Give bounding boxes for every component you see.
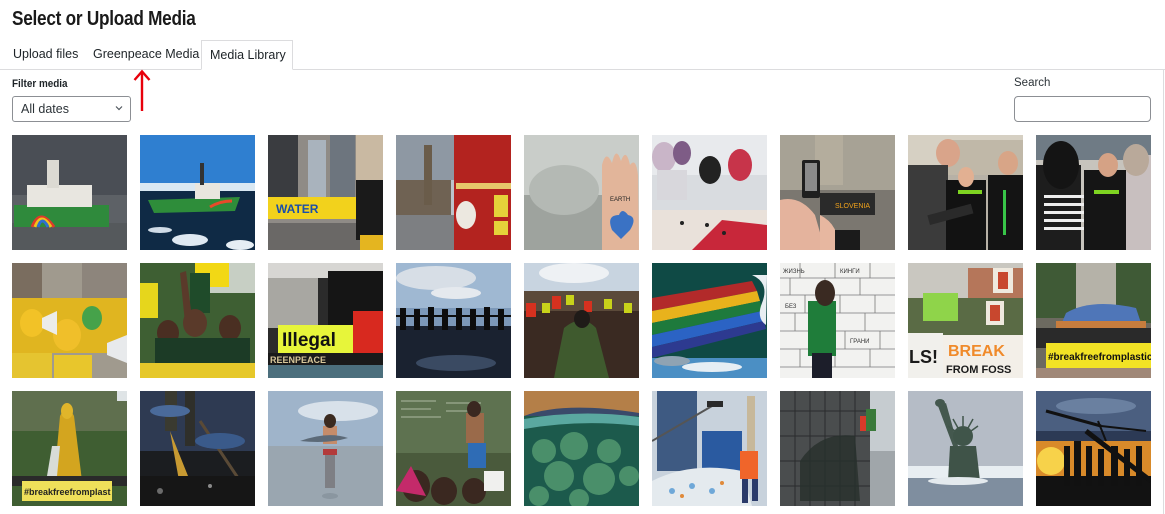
- media-item-thumbnail[interactable]: #breakfreefromplast: [12, 391, 127, 506]
- media-thumbnail-image: EARTH: [524, 135, 639, 250]
- media-thumbnail-image: [140, 391, 255, 506]
- svg-text:BREAK: BREAK: [948, 343, 1005, 360]
- svg-text:Illegal: Illegal: [282, 330, 336, 351]
- svg-text:ЖИЗНЬ: ЖИЗНЬ: [783, 269, 805, 275]
- media-item-thumbnail[interactable]: [140, 263, 255, 378]
- tab-media-library[interactable]: Media Library: [201, 40, 293, 70]
- media-item-thumbnail[interactable]: [524, 391, 639, 506]
- media-thumbnail-image: [140, 135, 255, 250]
- search-label: Search: [1014, 77, 1051, 89]
- media-thumbnail-image: Illegal REENPEACE: [268, 263, 383, 378]
- svg-text:#breakfreefromplastic: #breakfreefromplastic: [1048, 352, 1151, 363]
- svg-text:КИНГИ: КИНГИ: [840, 269, 860, 275]
- media-item-thumbnail[interactable]: [12, 263, 127, 378]
- svg-text:WATER: WATER: [276, 202, 319, 216]
- media-item-thumbnail[interactable]: [652, 391, 767, 506]
- date-filter-select[interactable]: All dates: [12, 96, 131, 122]
- svg-text:SLOVENIA: SLOVENIA: [835, 203, 870, 210]
- media-thumbnail-image: [140, 263, 255, 378]
- media-thumbnail-image: #breakfreefromplast: [12, 391, 127, 506]
- media-thumbnail-image: [396, 263, 511, 378]
- panel-border: [1163, 69, 1164, 514]
- red-arrow-annotation-icon: [133, 69, 151, 111]
- svg-text:БЕЗ: БЕЗ: [785, 304, 797, 310]
- media-item-thumbnail[interactable]: [780, 391, 895, 506]
- media-thumbnail-image: [524, 391, 639, 506]
- media-thumbnail-image: [524, 263, 639, 378]
- date-filter-value: All dates: [21, 102, 69, 116]
- media-thumbnail-image: [908, 135, 1023, 250]
- media-item-thumbnail[interactable]: WATER: [268, 135, 383, 250]
- media-thumbnail-image: [1036, 135, 1151, 250]
- media-thumbnail-image: SLOVENIA: [780, 135, 895, 250]
- media-tabs: Upload files Greenpeace Media Media Libr…: [0, 40, 1165, 70]
- media-item-thumbnail[interactable]: LS! BREAK FROM FOSS: [908, 263, 1023, 378]
- media-item-thumbnail[interactable]: ЖИЗНЬ КИНГИ БЕЗ ГРАНИ: [780, 263, 895, 378]
- svg-text:ГРАНИ: ГРАНИ: [850, 339, 870, 345]
- media-thumbnail-image: ЖИЗНЬ КИНГИ БЕЗ ГРАНИ: [780, 263, 895, 378]
- media-item-thumbnail[interactable]: [652, 135, 767, 250]
- media-thumbnail-image: [268, 391, 383, 506]
- media-thumbnail-image: [908, 391, 1023, 506]
- media-item-thumbnail[interactable]: [524, 263, 639, 378]
- svg-text:FROM FOSS: FROM FOSS: [946, 364, 1011, 376]
- media-item-thumbnail[interactable]: [396, 263, 511, 378]
- svg-text:EARTH: EARTH: [610, 197, 630, 203]
- media-item-thumbnail[interactable]: SLOVENIA: [780, 135, 895, 250]
- media-thumbnail-image: [652, 391, 767, 506]
- svg-text:#breakfreefromplast: #breakfreefromplast: [24, 487, 111, 497]
- media-item-thumbnail[interactable]: [396, 135, 511, 250]
- tab-greenpeace-media[interactable]: Greenpeace Media: [85, 40, 207, 70]
- media-item-thumbnail[interactable]: Illegal REENPEACE: [268, 263, 383, 378]
- media-thumbnail-image: LS! BREAK FROM FOSS: [908, 263, 1023, 378]
- search-input[interactable]: [1014, 96, 1151, 122]
- modal-title: Select or Upload Media: [12, 8, 196, 30]
- media-item-thumbnail[interactable]: [268, 391, 383, 506]
- media-thumbnail-image: [396, 135, 511, 250]
- media-thumbnail-image: WATER: [268, 135, 383, 250]
- media-thumbnail-image: #breakfreefromplastic: [1036, 263, 1151, 378]
- media-item-thumbnail[interactable]: [908, 135, 1023, 250]
- media-item-thumbnail[interactable]: [652, 263, 767, 378]
- media-item-thumbnail[interactable]: [396, 391, 511, 506]
- media-thumbnail-image: [396, 391, 511, 506]
- media-item-thumbnail[interactable]: [12, 135, 127, 250]
- media-thumbnail-image: [652, 263, 767, 378]
- media-thumbnail-image: [12, 135, 127, 250]
- svg-text:LS!: LS!: [909, 347, 938, 367]
- media-item-thumbnail[interactable]: #breakfreefromplastic: [1036, 263, 1151, 378]
- media-thumbnail-image: [1036, 391, 1151, 506]
- media-item-thumbnail[interactable]: [140, 135, 255, 250]
- media-item-thumbnail[interactable]: [908, 391, 1023, 506]
- media-thumbnail-image: [12, 263, 127, 378]
- media-thumbnail-image: [652, 135, 767, 250]
- tab-upload-files[interactable]: Upload files: [5, 40, 86, 70]
- media-item-thumbnail[interactable]: [1036, 391, 1151, 506]
- media-thumbnail-image: [780, 391, 895, 506]
- media-item-thumbnail[interactable]: [1036, 135, 1151, 250]
- filter-media-label: Filter media: [12, 78, 68, 90]
- svg-text:REENPEACE: REENPEACE: [270, 355, 326, 365]
- media-item-thumbnail[interactable]: [140, 391, 255, 506]
- media-item-thumbnail[interactable]: EARTH: [524, 135, 639, 250]
- chevron-down-icon: [115, 106, 123, 111]
